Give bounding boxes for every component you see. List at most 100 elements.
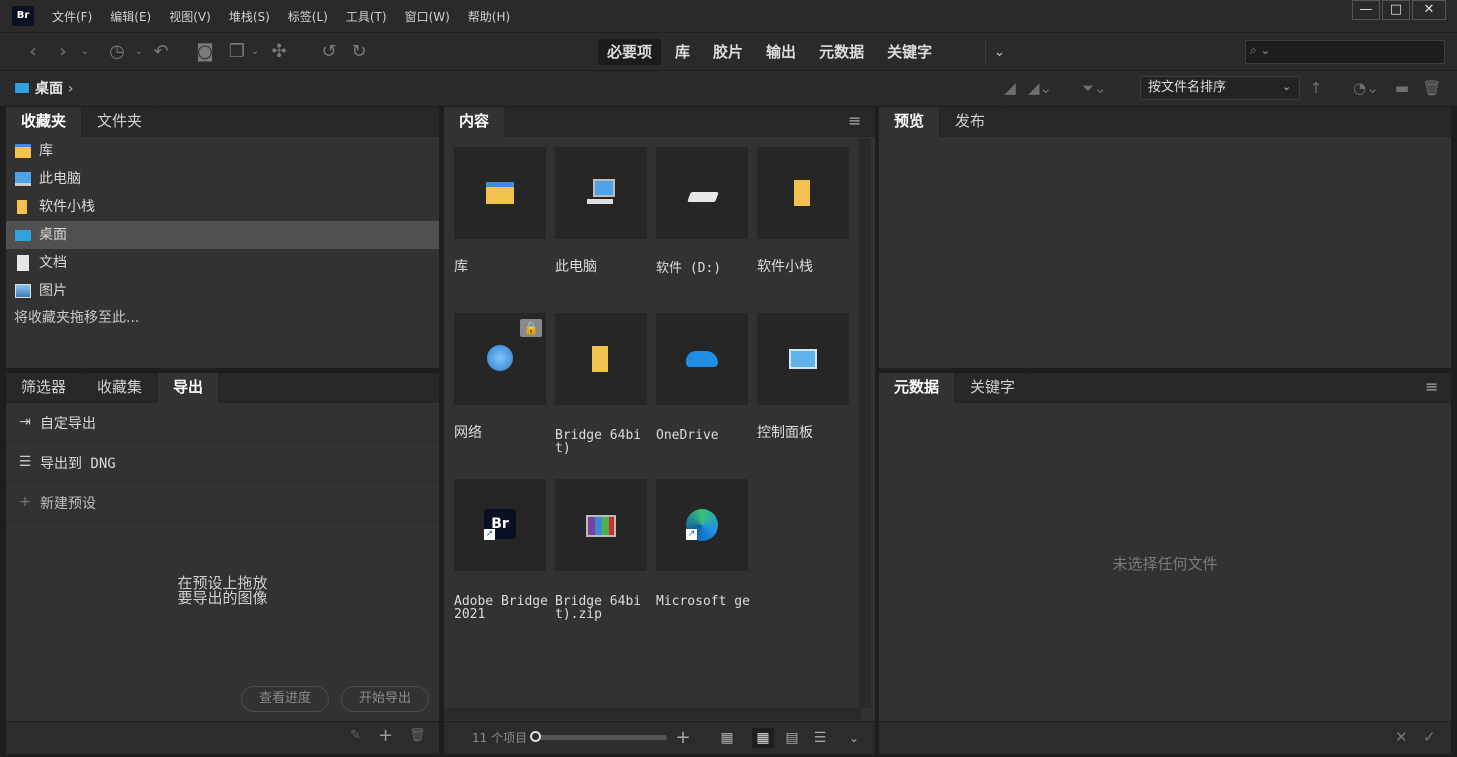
thumb-edge[interactable]: ↗	[656, 479, 748, 571]
tab-filter[interactable]: 筛选器	[6, 373, 83, 403]
refine-icon[interactable]: ✣	[268, 41, 290, 63]
chevron-down-icon[interactable]: ⌄	[1282, 80, 1291, 93]
zoom-in-icon[interactable]: +	[672, 728, 694, 748]
horizontal-scrollbar[interactable]	[444, 708, 862, 720]
list-icon: ☰	[18, 454, 32, 470]
trash-icon[interactable]: 🗑	[409, 728, 426, 743]
thumb-bridge-zip[interactable]	[555, 479, 647, 571]
tab-preview[interactable]: 预览	[879, 107, 941, 137]
favorite-item-documents[interactable]: 文档	[6, 249, 439, 277]
quality-icon[interactable]: ◢	[998, 78, 1022, 98]
workspace-filmstrip[interactable]: 胶片	[704, 39, 752, 65]
maximize-button[interactable]: □	[1382, 0, 1410, 20]
slider-handle[interactable]	[530, 731, 541, 742]
tab-publish[interactable]: 发布	[940, 107, 1002, 137]
sort-select[interactable]: 按文件名排序	[1140, 76, 1300, 100]
toolbar: ‹ › ⌄ ◷ ⌄ ↶ ◙ ❐ ⌄ ✣ ↺ ↻ 必要项 库 胶片 输出 元数据 …	[0, 32, 1457, 70]
workspace-metadata[interactable]: 元数据	[810, 39, 873, 65]
minimize-button[interactable]: —	[1352, 0, 1380, 20]
breadcrumb[interactable]: 桌面 ›	[35, 78, 73, 98]
chevron-down-icon[interactable]: ⌄	[74, 41, 96, 63]
filter-icon[interactable]: ⏷⌄	[1082, 78, 1107, 98]
tab-content[interactable]: 内容	[444, 107, 506, 137]
panel-menu-icon[interactable]: ≡	[1425, 377, 1438, 396]
tab-folders[interactable]: 文件夹	[82, 107, 159, 137]
tab-favorites[interactable]: 收藏夹	[6, 107, 83, 137]
view-list-icon[interactable]: ☰	[809, 728, 831, 748]
menu-tools[interactable]: 工具(T)	[346, 8, 387, 25]
thumbnail-quality-icon[interactable]: ◢⌄	[1028, 78, 1052, 98]
search-icon[interactable]: ⌕ ⌄	[1250, 43, 1280, 61]
thumbnail-size-slider[interactable]	[535, 735, 667, 740]
thumb-drive-d[interactable]	[656, 147, 748, 239]
view-progress-button[interactable]: 查看进度	[241, 686, 329, 712]
plus-icon: +	[19, 494, 31, 510]
view-thumbnails-icon[interactable]: ▦	[752, 728, 774, 748]
picture-icon	[15, 284, 31, 298]
workspace-keywords[interactable]: 关键字	[878, 39, 941, 65]
export-item-new-preset[interactable]: + 新建预设	[6, 482, 439, 522]
thumb-control-panel[interactable]	[757, 313, 849, 405]
thumb-bridge-folder[interactable]	[555, 313, 647, 405]
menu-edit[interactable]: 编辑(E)	[110, 8, 151, 25]
archive-icon	[586, 515, 616, 537]
edit-icon[interactable]: ✎	[350, 728, 361, 743]
tab-keywords[interactable]: 关键字	[955, 373, 1032, 403]
favorite-item-software[interactable]: 软件小栈	[6, 193, 439, 221]
thumb-adobe-bridge[interactable]: Br ↗	[454, 479, 546, 571]
favorite-item-pictures[interactable]: 图片	[6, 277, 439, 305]
tab-export[interactable]: 导出	[158, 373, 220, 403]
desktop-icon	[15, 230, 31, 241]
close-button[interactable]: ✕	[1412, 0, 1446, 20]
lock-icon: 🔒	[520, 319, 542, 337]
new-folder-icon[interactable]: ▬	[1390, 78, 1414, 98]
chevron-down-icon[interactable]: ⌄	[128, 41, 150, 63]
thumb-network[interactable]: 🔒	[454, 313, 546, 405]
rotate-left-icon[interactable]: ↺	[318, 41, 340, 63]
menu-file[interactable]: 文件(F)	[52, 8, 92, 25]
favorites-panel: 收藏夹 文件夹 库 此电脑 软件小栈 桌面 文档 图片 将收藏夹拖移至此...	[6, 107, 439, 368]
delete-icon[interactable]: 🗑	[1420, 78, 1444, 98]
workspace-output[interactable]: 输出	[757, 39, 805, 65]
tab-metadata[interactable]: 元数据	[879, 373, 956, 403]
thumb-software-folder[interactable]	[757, 147, 849, 239]
menu-help[interactable]: 帮助(H)	[468, 8, 510, 25]
menu-window[interactable]: 窗口(W)	[405, 8, 450, 25]
open-recent-icon[interactable]: ◔⌄	[1348, 78, 1384, 98]
view-details-icon[interactable]: ▤	[781, 728, 803, 748]
camera-icon[interactable]: ◙	[194, 41, 216, 63]
favorite-item-library[interactable]: 库	[6, 137, 439, 165]
start-export-button[interactable]: 开始导出	[341, 686, 429, 712]
export-item-custom[interactable]: ⇥ 自定导出	[6, 402, 439, 442]
thumb-this-pc[interactable]	[555, 147, 647, 239]
forward-icon[interactable]: ›	[52, 41, 74, 63]
favorite-item-this-pc[interactable]: 此电脑	[6, 165, 439, 193]
back-icon[interactable]: ‹	[22, 41, 44, 63]
export-item-dng[interactable]: ☰ 导出到 DNG	[6, 442, 439, 482]
thumb-library[interactable]	[454, 147, 546, 239]
recent-icon[interactable]: ◷	[106, 41, 128, 63]
item-label: Adobe Bridge 2021	[454, 594, 548, 622]
sort-ascending-icon[interactable]: ↑	[1304, 78, 1328, 98]
chevron-down-icon[interactable]: ⌄	[244, 41, 266, 63]
chevron-down-icon[interactable]: ⌄	[843, 728, 865, 748]
menu-stack[interactable]: 堆栈(S)	[229, 8, 270, 25]
onedrive-icon	[686, 351, 718, 367]
workspace-essentials[interactable]: 必要项	[598, 39, 662, 65]
panel-menu-icon[interactable]: ≡	[848, 111, 861, 130]
rotate-right-icon[interactable]: ↻	[348, 41, 370, 63]
menu-view[interactable]: 视图(V)	[169, 8, 211, 25]
favorite-item-desktop[interactable]: 桌面	[6, 221, 439, 249]
workspace-more-chevron-icon[interactable]: ⌄	[985, 38, 1013, 66]
cancel-icon[interactable]: ✕	[1395, 728, 1408, 746]
drive-icon	[687, 192, 719, 202]
add-icon[interactable]: +	[378, 725, 393, 746]
apply-icon[interactable]: ✓	[1423, 728, 1436, 746]
tab-collections[interactable]: 收藏集	[82, 373, 159, 403]
workspace-library[interactable]: 库	[666, 39, 699, 65]
return-icon[interactable]: ↶	[150, 41, 172, 63]
grid-lock-icon[interactable]: ▦	[716, 728, 738, 748]
menu-label[interactable]: 标签(L)	[288, 8, 328, 25]
vertical-scrollbar[interactable]	[859, 138, 871, 708]
thumb-onedrive[interactable]	[656, 313, 748, 405]
